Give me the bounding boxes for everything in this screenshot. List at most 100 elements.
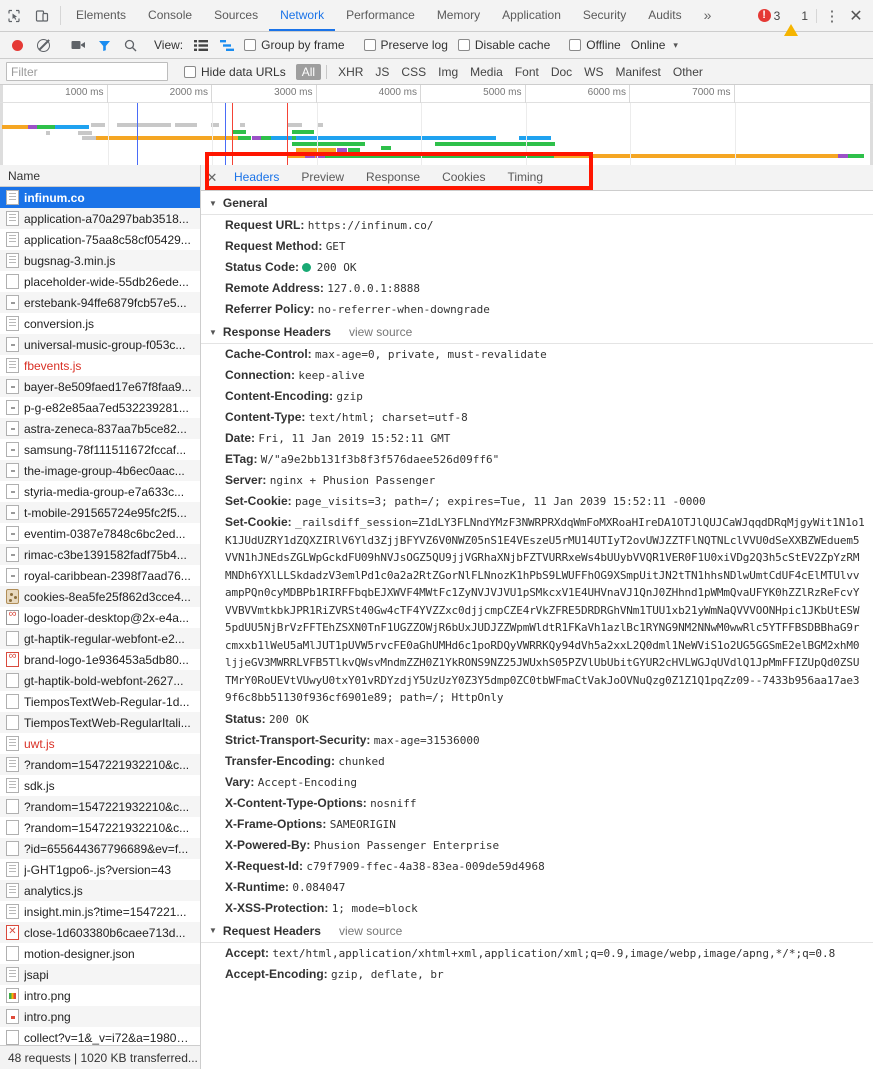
request-row[interactable]: intro.png [0, 1006, 200, 1027]
request-row[interactable]: gt-haptik-regular-webfont-e2... [0, 628, 200, 649]
request-row[interactable]: application-75aa8c58cf05429... [0, 229, 200, 250]
headers-content: ▼ General Request URL: https://infinum.c… [201, 191, 873, 1069]
devtools-menu-button[interactable]: ⋮ [821, 7, 843, 25]
request-row[interactable]: motion-designer.json [0, 943, 200, 964]
request-row[interactable]: collect?v=1&_v=i72&a=19802... [0, 1027, 200, 1045]
request-row[interactable]: TiemposTextWeb-Regular-1d... [0, 691, 200, 712]
request-row[interactable]: styria-media-group-e7a633c... [0, 481, 200, 502]
request-row[interactable]: eventim-0387e7848c6bc2ed... [0, 523, 200, 544]
filter-type-media[interactable]: Media [464, 64, 509, 80]
request-row[interactable]: application-a70a297bab3518... [0, 208, 200, 229]
request-row[interactable]: the-image-group-4b6ec0aac... [0, 460, 200, 481]
detail-tab-preview[interactable]: Preview [290, 165, 355, 190]
request-row[interactable]: t-mobile-291565724e95fc2f5... [0, 502, 200, 523]
request-row[interactable]: ?random=1547221932210&c... [0, 754, 200, 775]
filter-input[interactable] [6, 62, 168, 81]
tab-sources[interactable]: Sources [203, 0, 269, 31]
filter-type-img[interactable]: Img [432, 64, 464, 80]
network-overview-timeline[interactable]: 1000 ms 2000 ms 3000 ms 4000 ms 5000 ms 6000 … [0, 85, 873, 168]
request-row[interactable]: analytics.js [0, 880, 200, 901]
preserve-log-checkbox[interactable]: Preserve log [363, 38, 448, 52]
tab-security[interactable]: Security [572, 0, 637, 31]
tab-performance[interactable]: Performance [335, 0, 426, 31]
request-row[interactable]: bugsnag-3.min.js [0, 250, 200, 271]
request-row[interactable]: p-g-e82e85aa7ed532239281... [0, 397, 200, 418]
requests-column-header[interactable]: Name [0, 165, 200, 187]
request-row[interactable]: astra-zeneca-837aa7b5ce82... [0, 418, 200, 439]
detail-tab-response[interactable]: Response [355, 165, 431, 190]
header-key: Status: [225, 711, 266, 726]
request-row[interactable]: ?id=655644367796689&ev=f... [0, 838, 200, 859]
inspect-element-icon[interactable] [0, 0, 28, 31]
request-row[interactable]: fbevents.js [0, 355, 200, 376]
request-row[interactable]: samsung-78f111511672fccaf... [0, 439, 200, 460]
request-row[interactable]: intro.png [0, 985, 200, 1006]
filter-type-font[interactable]: Font [509, 64, 545, 80]
filter-type-other[interactable]: Other [667, 64, 709, 80]
hide-data-urls-checkbox[interactable]: Hide data URLs [184, 65, 286, 79]
error-badge[interactable]: ! 3 [757, 9, 780, 23]
response-view-source-link[interactable]: view source [349, 325, 412, 339]
request-headers-section-header[interactable]: ▼ Request Headers view source [201, 918, 873, 943]
tab-application[interactable]: Application [491, 0, 572, 31]
filter-type-css[interactable]: CSS [395, 64, 432, 80]
request-row[interactable]: cookies-8ea5fe25f862d3cce4... [0, 586, 200, 607]
request-row[interactable]: sdk.js [0, 775, 200, 796]
request-row[interactable]: jsapi [0, 964, 200, 985]
request-view-source-link[interactable]: view source [339, 924, 402, 938]
request-row[interactable]: brand-logo-1e936453a5db80... [0, 649, 200, 670]
offline-checkbox[interactable]: Offline [569, 38, 621, 52]
tab-audits[interactable]: Audits [637, 0, 692, 31]
request-row[interactable]: universal-music-group-f053c... [0, 334, 200, 355]
request-row[interactable]: ?random=1547221932210&c... [0, 817, 200, 838]
tab-console[interactable]: Console [137, 0, 203, 31]
request-row[interactable]: infinum.co [0, 187, 200, 208]
throttling-value[interactable]: Online [631, 38, 666, 52]
request-row[interactable]: insight.min.js?time=1547221... [0, 901, 200, 922]
request-row[interactable]: gt-haptik-bold-webfont-2627... [0, 670, 200, 691]
tab-elements[interactable]: Elements [65, 0, 137, 31]
record-button[interactable] [4, 34, 30, 56]
warning-badge[interactable]: 1 [784, 9, 808, 36]
group-by-frame-checkbox[interactable]: Group by frame [244, 38, 345, 52]
disable-cache-checkbox[interactable]: Disable cache [457, 38, 550, 52]
tab-memory[interactable]: Memory [426, 0, 491, 31]
request-row[interactable]: rimac-c3be1391582fadf75b4... [0, 544, 200, 565]
filter-type-xhr[interactable]: XHR [332, 64, 369, 80]
tab-network[interactable]: Network [269, 0, 336, 31]
collapse-triangle-icon: ▼ [209, 926, 217, 935]
request-row[interactable]: conversion.js [0, 313, 200, 334]
search-icon[interactable] [117, 34, 143, 56]
throttling-dropdown-arrow[interactable]: ▾ [673, 40, 678, 51]
filter-icon[interactable] [91, 34, 117, 56]
request-row[interactable]: bayer-8e509faed17e67f8faa9... [0, 376, 200, 397]
request-row[interactable]: logo-loader-desktop@2x-e4a... [0, 607, 200, 628]
request-row[interactable]: ?random=1547221932210&c... [0, 796, 200, 817]
request-row[interactable]: close-1d603380b6caee713d... [0, 922, 200, 943]
detail-tab-headers[interactable]: Headers [223, 165, 291, 190]
close-devtools-button[interactable]: ✕ [843, 6, 869, 26]
request-row[interactable]: placeholder-wide-55db26ede... [0, 271, 200, 292]
request-row[interactable]: j-GHT1gpo6-.js?version=43 [0, 859, 200, 880]
close-detail-button[interactable]: ✕ [201, 165, 223, 190]
capture-screenshots-icon[interactable] [65, 34, 91, 56]
filter-type-all[interactable]: All [295, 63, 322, 80]
filter-type-doc[interactable]: Doc [545, 64, 578, 80]
filter-type-js[interactable]: JS [369, 64, 395, 80]
response-headers-section-header[interactable]: ▼ Response Headers view source [201, 320, 873, 344]
filter-type-manifest[interactable]: Manifest [610, 64, 667, 80]
timeline-event-line [137, 103, 138, 167]
detail-tab-timing[interactable]: Timing [496, 165, 554, 190]
more-tabs-button[interactable]: » [693, 0, 723, 31]
device-toolbar-icon[interactable] [28, 0, 56, 31]
request-row[interactable]: TiemposTextWeb-RegularItali... [0, 712, 200, 733]
request-row[interactable]: erstebank-94ffe6879fcb57e5... [0, 292, 200, 313]
list-view-icon[interactable] [188, 34, 214, 56]
filter-type-ws[interactable]: WS [578, 64, 609, 80]
general-section-header[interactable]: ▼ General [201, 191, 873, 215]
request-row[interactable]: uwt.js [0, 733, 200, 754]
clear-button[interactable] [30, 34, 56, 56]
detail-tab-cookies[interactable]: Cookies [431, 165, 496, 190]
request-row[interactable]: royal-caribbean-2398f7aad76... [0, 565, 200, 586]
waterfall-view-icon[interactable] [214, 34, 240, 56]
